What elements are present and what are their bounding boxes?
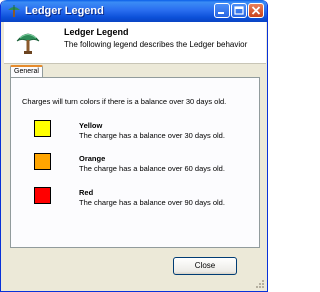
red-swatch — [34, 187, 51, 204]
window-title: Ledger Legend — [25, 5, 104, 17]
legend-name-red: Red — [79, 188, 94, 197]
ledger-legend-window: Ledger Legend Ledger Legend The followin… — [0, 0, 268, 292]
close-window-button[interactable] — [248, 3, 264, 18]
legend-name-yellow: Yellow — [79, 121, 103, 130]
maximize-button[interactable] — [231, 3, 247, 18]
ledger-umbrella-icon — [16, 33, 40, 54]
resize-grip-icon[interactable] — [255, 279, 265, 289]
general-panel: Charges will turn colors if there is a b… — [10, 77, 260, 248]
orange-swatch — [34, 153, 51, 170]
header-title: Ledger Legend — [64, 27, 129, 37]
close-icon — [251, 6, 261, 15]
header-area: Ledger Legend The following legend descr… — [4, 22, 266, 64]
minimize-button[interactable] — [214, 3, 230, 18]
maximize-icon — [234, 6, 244, 15]
ledger-icon — [8, 5, 20, 17]
legend-desc-red: The charge has a balance over 90 days ol… — [79, 198, 225, 207]
legend-desc-orange: The charge has a balance over 60 days ol… — [79, 164, 225, 173]
yellow-swatch — [34, 120, 51, 137]
legend-desc-yellow: The charge has a balance over 30 days ol… — [79, 131, 225, 140]
close-button[interactable]: Close — [173, 257, 237, 275]
minimize-icon — [218, 12, 224, 14]
legend-intro-text: Charges will turn colors if there is a b… — [22, 97, 227, 106]
legend-name-orange: Orange — [79, 154, 106, 163]
header-description: The following legend describes the Ledge… — [64, 40, 248, 49]
title-bar[interactable]: Ledger Legend — [1, 0, 267, 22]
